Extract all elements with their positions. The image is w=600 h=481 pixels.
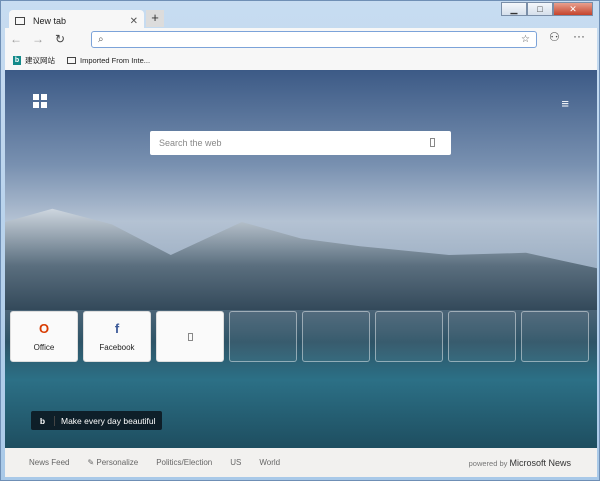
profile-icon[interactable]: ⚇ xyxy=(549,30,560,44)
daily-image-label: Make every day beautiful xyxy=(61,415,156,426)
bing-icon: b xyxy=(31,415,55,426)
tile-add[interactable] xyxy=(156,311,224,362)
back-button[interactable]: ← xyxy=(5,32,27,46)
news-tab-politics[interactable]: Politics/Election xyxy=(156,458,212,467)
address-bar[interactable]: ⌕ ☆ xyxy=(91,31,537,48)
powered-by-label: powered by xyxy=(468,459,508,468)
tab-title: New tab xyxy=(33,16,67,26)
news-tab-world[interactable]: World xyxy=(259,458,280,467)
bookmark-imported-folder[interactable]: Imported From Inte... xyxy=(80,56,150,65)
tile-empty[interactable] xyxy=(375,311,443,362)
more-menu-button[interactable]: ··· xyxy=(573,29,585,43)
news-tab-personalize[interactable]: ✎ Personalize xyxy=(87,458,138,467)
settings-menu-icon[interactable]: ≡ xyxy=(561,96,569,111)
powered-by: powered by Microsoft News xyxy=(469,458,571,468)
microsoft-news-brand: Microsoft News xyxy=(509,458,571,468)
browser-window: ▁ □ ✕ New tab ✕ + ← → ↻ ⌕ ☆ ⚇ ··· b 建议网站… xyxy=(0,0,600,481)
bookmark-suggested-sites[interactable]: 建议网站 xyxy=(25,55,55,66)
news-bar: News Feed ✎ Personalize Politics/Electio… xyxy=(5,448,597,477)
search-placeholder: Search the web xyxy=(159,138,222,148)
tile-label: Office xyxy=(33,343,55,352)
daily-image-button[interactable]: b Make every day beautiful xyxy=(31,411,162,430)
folder-icon xyxy=(67,56,76,64)
news-tab-feed[interactable]: News Feed xyxy=(29,458,69,467)
close-button[interactable]: ✕ xyxy=(553,2,593,16)
bookmarks-bar: b 建议网站 Imported From Inte... xyxy=(5,50,597,70)
minimize-button[interactable]: ▁ xyxy=(501,2,527,16)
favorite-star-icon[interactable]: ☆ xyxy=(521,32,530,47)
window-controls: ▁ □ ✕ xyxy=(501,2,593,16)
facebook-icon: f xyxy=(114,321,120,336)
maximize-button[interactable]: □ xyxy=(527,2,553,16)
placeholder-icon xyxy=(187,332,193,341)
new-tab-page: ≡ Search the web O Office f Facebook b Mak… xyxy=(5,70,597,448)
refresh-button[interactable]: ↻ xyxy=(49,32,71,46)
toolbar: ← → ↻ ⌕ ☆ ⚇ ··· xyxy=(5,28,597,50)
background-image xyxy=(5,208,597,310)
tile-empty[interactable] xyxy=(521,311,589,362)
windows-logo-icon xyxy=(33,94,47,108)
tab-close-icon[interactable]: ✕ xyxy=(130,16,138,27)
forward-button[interactable]: → xyxy=(27,32,49,46)
tile-facebook[interactable]: f Facebook xyxy=(83,311,151,362)
tab-icon xyxy=(15,17,25,25)
office-icon: O xyxy=(38,321,50,336)
tile-office[interactable]: O Office xyxy=(10,311,78,362)
tile-empty[interactable] xyxy=(448,311,516,362)
web-search-input[interactable]: Search the web xyxy=(150,131,451,155)
new-tab-button[interactable]: + xyxy=(146,10,164,27)
tile-empty[interactable] xyxy=(229,311,297,362)
tile-label: Facebook xyxy=(99,343,135,352)
microphone-icon[interactable] xyxy=(430,138,435,147)
quick-links: O Office f Facebook xyxy=(10,311,589,362)
search-icon: ⌕ xyxy=(98,34,104,45)
news-tab-us[interactable]: US xyxy=(230,458,241,467)
bing-icon: b xyxy=(13,55,21,65)
tile-empty[interactable] xyxy=(302,311,370,362)
